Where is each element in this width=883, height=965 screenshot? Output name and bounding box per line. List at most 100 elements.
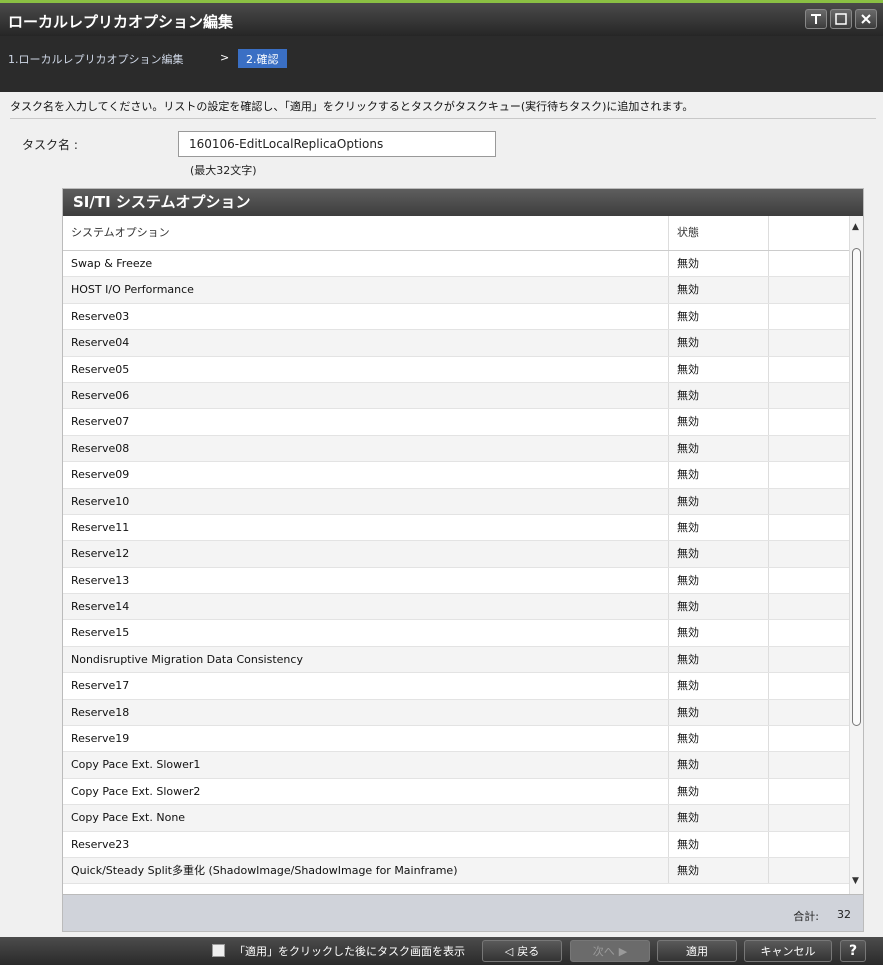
status-cell: 無効 [669, 778, 769, 805]
empty-cell [769, 832, 849, 857]
breadcrumb: 1.ローカルレプリカオプション編集 > 2.確認 [0, 36, 883, 92]
table-row[interactable]: Reserve07 無効 [63, 409, 849, 436]
show-task-label[interactable]: 「適用」をクリックした後にタスク画面を表示 [234, 943, 465, 959]
status-cell: 無効 [669, 514, 769, 541]
empty-cell [769, 383, 849, 408]
help-button[interactable]: ? [840, 940, 866, 962]
table-row[interactable]: Reserve23 無効 [63, 831, 849, 858]
empty-cell [769, 489, 849, 514]
apply-label: 適用 [686, 945, 708, 958]
status-cell: 無効 [669, 752, 769, 778]
bottom-bar: 「適用」をクリックした後にタスク画面を表示 ◁ 戻る 次へ ▶ 適用 キャンセル… [0, 937, 883, 965]
cancel-button[interactable]: キャンセル [744, 940, 832, 962]
task-name-input[interactable] [178, 131, 496, 157]
empty-cell [769, 700, 849, 725]
table-row[interactable]: Reserve14 無効 [63, 594, 849, 621]
empty-cell [769, 752, 849, 777]
next-button[interactable]: 次へ ▶ [570, 940, 650, 962]
table-row[interactable]: Reserve06 無効 [63, 382, 849, 410]
option-name-cell: HOST I/O Performance [63, 277, 669, 303]
option-name-cell: Reserve05 [63, 356, 669, 382]
status-cell: 無効 [669, 567, 769, 594]
status-cell: 無効 [669, 673, 769, 699]
instruction-text: タスク名を入力してください。リストの設定を確認し、「適用」をクリックするとタスク… [10, 100, 694, 113]
back-button[interactable]: ◁ 戻る [482, 940, 562, 962]
option-name-cell: Reserve08 [63, 435, 669, 462]
option-name-cell: Reserve15 [63, 620, 669, 646]
scroll-down-icon[interactable]: ▼ [852, 876, 859, 886]
option-name-cell: Reserve09 [63, 462, 669, 488]
column-header-status[interactable]: 状態 [669, 216, 769, 250]
status-cell: 無効 [669, 277, 769, 303]
table-row[interactable]: Copy Pace Ext. Slower1 無効 [63, 752, 849, 779]
status-cell: 無効 [669, 699, 769, 726]
status-cell: 無効 [669, 541, 769, 567]
table-row[interactable]: Reserve03 無効 [63, 303, 849, 331]
option-name-cell: Reserve12 [63, 541, 669, 567]
panel-footer: 合計: 32 [63, 894, 863, 931]
empty-cell [769, 568, 849, 593]
empty-cell [769, 779, 849, 804]
table-row[interactable]: Swap & Freeze 無効 [63, 251, 849, 278]
apply-button[interactable]: 適用 [657, 940, 737, 962]
status-cell: 無効 [669, 805, 769, 831]
option-name-cell: Reserve03 [63, 303, 669, 330]
breadcrumb-step-edit[interactable]: 1.ローカルレプリカオプション編集 [8, 51, 184, 67]
chevron-right-icon: ▶ [618, 944, 628, 958]
empty-cell [769, 673, 849, 698]
next-label: 次へ [592, 945, 615, 958]
table-row[interactable]: Reserve11 無効 [63, 514, 849, 542]
scrollbar-thumb[interactable] [852, 248, 861, 726]
table-row[interactable]: Reserve17 無効 [63, 673, 849, 700]
table-row[interactable]: Reserve13 無効 [63, 567, 849, 595]
table-row[interactable]: Reserve08 無効 [63, 435, 849, 463]
option-name-cell: Copy Pace Ext. None [63, 805, 669, 831]
table-body: Swap & Freeze 無効 HOST I/O Performance 無効 Res… [63, 251, 849, 885]
option-name-cell: Reserve11 [63, 514, 669, 541]
total-count: 32 [837, 908, 851, 921]
table-row[interactable]: Nondisruptive Migration Data Consistency… [63, 646, 849, 674]
column-header-empty [769, 216, 849, 250]
status-cell: 無効 [669, 435, 769, 462]
empty-cell [769, 436, 849, 461]
table-row[interactable]: Reserve18 無効 [63, 699, 849, 727]
back-label: 戻る [517, 945, 540, 958]
vertical-scrollbar[interactable]: ▲ ▼ [849, 216, 863, 894]
status-cell: 無効 [669, 330, 769, 356]
window-title: ローカルレプリカオプション編集 [8, 13, 234, 31]
table-row[interactable]: Copy Pace Ext. Slower2 無効 [63, 778, 849, 806]
close-icon[interactable] [855, 9, 877, 29]
table-row[interactable]: Reserve12 無効 [63, 541, 849, 568]
title-bar: ローカルレプリカオプション編集 [0, 0, 883, 36]
show-task-checkbox[interactable] [212, 944, 225, 957]
empty-cell [769, 647, 849, 672]
status-cell: 無効 [669, 303, 769, 330]
empty-cell [769, 515, 849, 540]
option-name-cell: Nondisruptive Migration Data Consistency [63, 646, 669, 673]
empty-cell [769, 277, 849, 302]
options-table: システムオプション 状態 Swap & Freeze 無効 HOST I/O Per… [63, 216, 849, 894]
column-header-option[interactable]: システムオプション [63, 216, 669, 250]
option-name-cell: Copy Pace Ext. Slower1 [63, 752, 669, 778]
table-row[interactable]: Reserve10 無効 [63, 488, 849, 515]
task-name-label: タスク名 : [22, 138, 78, 152]
chevron-left-icon: ◁ [504, 944, 514, 958]
table-row[interactable]: Reserve04 無効 [63, 330, 849, 357]
table-row[interactable]: Quick/Steady Split多重化 (ShadowImage/Shado… [63, 857, 849, 885]
empty-cell [769, 304, 849, 329]
option-name-cell: Quick/Steady Split多重化 (ShadowImage/Shado… [63, 857, 669, 884]
table-row[interactable]: HOST I/O Performance 無効 [63, 277, 849, 304]
table-row[interactable]: Copy Pace Ext. None 無効 [63, 805, 849, 832]
maximize-icon[interactable] [830, 9, 852, 29]
pin-icon[interactable] [805, 9, 827, 29]
breadcrumb-step-confirm: 2.確認 [238, 49, 287, 68]
status-cell: 無効 [669, 409, 769, 435]
table-row[interactable]: Reserve15 無効 [63, 620, 849, 647]
empty-cell [769, 541, 849, 566]
table-row[interactable]: Reserve05 無効 [63, 356, 849, 383]
option-name-cell: Reserve19 [63, 726, 669, 752]
scroll-up-icon[interactable]: ▲ [852, 222, 859, 232]
option-name-cell: Copy Pace Ext. Slower2 [63, 778, 669, 805]
table-row[interactable]: Reserve19 無効 [63, 726, 849, 753]
table-row[interactable]: Reserve09 無効 [63, 462, 849, 489]
